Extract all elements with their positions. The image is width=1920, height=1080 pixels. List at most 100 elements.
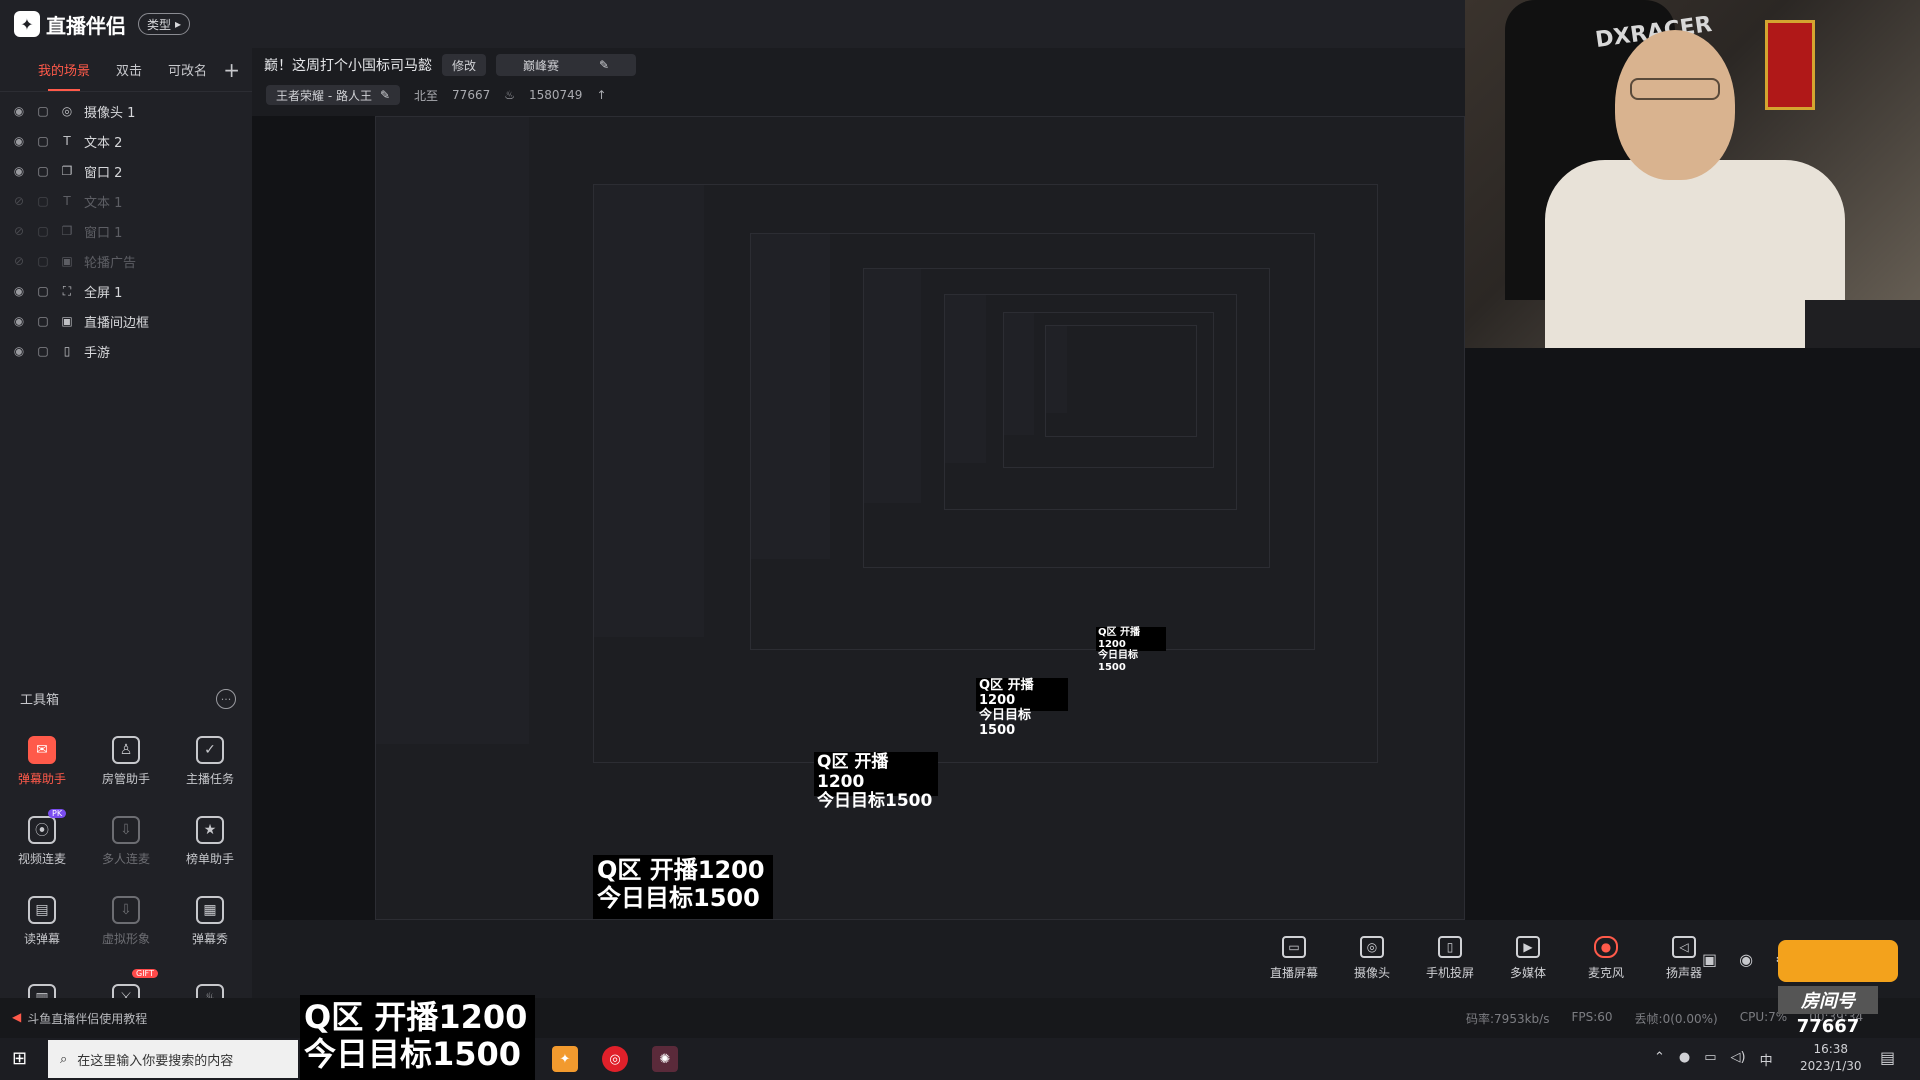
room-number: 77667 — [1796, 1016, 1860, 1037]
edit-title-button[interactable]: 修改 — [442, 54, 487, 76]
clock-date: 2023/1/30 — [1800, 1059, 1862, 1073]
fps: FPS:60 — [1571, 1010, 1613, 1024]
notification-icon[interactable]: ▤ — [1880, 1048, 1895, 1067]
game-app-icon[interactable]: ✺ — [652, 1046, 678, 1072]
volume-icon[interactable]: ◁) — [1731, 1050, 1746, 1069]
toolbox-header: 工具箱 ··· — [0, 683, 252, 713]
taskbar-search[interactable]: ⌕ 在这里输入你要搜索的内容 — [48, 1040, 298, 1078]
scene-tab-my-scene[interactable]: 我的场景 — [38, 60, 90, 91]
avatar-icon: ⇩ — [112, 895, 140, 924]
lock-icon[interactable]: ▢ — [36, 254, 50, 268]
multi-link-icon: ⇩ — [112, 815, 140, 844]
tutorial-link[interactable]: ◀ 斗鱼直播伴侣使用教程 — [12, 1010, 147, 1027]
lock-icon[interactable]: ▢ — [36, 194, 50, 208]
type-selector[interactable]: 类型 ▸ — [138, 13, 191, 35]
scene-tab-2[interactable]: 双击 — [116, 60, 142, 79]
add-scene-icon[interactable]: + — [223, 58, 240, 82]
layer-item[interactable]: ⊘ ▢ T 文本 1 — [0, 186, 252, 216]
tool-badge: GIFT — [132, 969, 158, 978]
eye-icon[interactable]: ◉ — [12, 344, 26, 358]
tool-button[interactable]: ✉ 弹幕助手 — [0, 721, 84, 801]
windows-start-icon[interactable]: ⊞ — [12, 1048, 34, 1070]
layer-item[interactable]: ◉ ▢ ▯ 手游 — [0, 336, 252, 366]
lock-icon[interactable]: ▢ — [36, 314, 50, 328]
network-icon[interactable]: ▭ — [1704, 1050, 1716, 1069]
app-name: 直播伴侣 — [46, 13, 126, 38]
stream-info-header: 巅！这周打个小国标司马懿 修改 巅峰赛 ✎ 王者荣耀 - 路人王 ✎ 北至 77… — [252, 48, 1465, 116]
nested-sidebar — [1046, 326, 1067, 413]
eye-off-icon[interactable]: ⊘ — [12, 194, 26, 208]
window-icon: ❐ — [61, 164, 73, 178]
eye-icon[interactable]: ◉ — [12, 284, 26, 298]
tool-button[interactable]: ✓ 主播任务 — [168, 721, 252, 801]
layer-label: 摄像头 1 — [84, 105, 136, 121]
rank-icon: ★ — [196, 815, 224, 844]
tool-button[interactable]: ⦿ PK 视频连麦 — [0, 801, 84, 881]
chevron-up-icon[interactable]: ⌃ — [1654, 1050, 1665, 1069]
dropped-frames: 丢帧:0(0.00%) — [1634, 1012, 1718, 1026]
control-mic-button[interactable]: ● 麦克风 — [1580, 936, 1632, 981]
source-controls: ▭ 直播屏幕 ◎ 摄像头 ▯ 手机投屏 ▶ 多媒体 ● 麦克风 ◁ 扬声器 — [1268, 936, 1710, 981]
award-banner — [1765, 20, 1815, 110]
more-icon[interactable]: ··· — [216, 689, 236, 709]
control-camera-button[interactable]: ◎ 摄像头 — [1346, 936, 1398, 981]
lock-icon[interactable]: ▢ — [36, 134, 50, 148]
layer-item[interactable]: ◉ ▢ ▣ 直播间边框 — [0, 306, 252, 336]
companion-app-icon[interactable]: ✦ — [552, 1046, 578, 1072]
streamer-glasses — [1630, 78, 1720, 100]
tool-button[interactable]: ★ 榜单助手 — [168, 801, 252, 881]
goal-overlay-nested-4: Q区 开播1200 今日目标1500 — [1096, 627, 1166, 673]
netease-music-icon[interactable]: ◎ — [602, 1046, 628, 1072]
eye-icon[interactable]: ◉ — [12, 104, 26, 118]
layer-item[interactable]: ◉ ▢ ❐ 窗口 2 — [0, 156, 252, 186]
eye-icon[interactable]: ◉ — [12, 314, 26, 328]
tool-button[interactable]: ▦ 弹幕秀 — [168, 881, 252, 961]
tag-selector[interactable]: 巅峰赛 ✎ — [496, 54, 637, 76]
lock-icon[interactable]: ▢ — [36, 164, 50, 178]
tool-label: 虚拟形象 — [101, 931, 150, 946]
tool-label: 视频连麦 — [17, 851, 66, 866]
eye-off-icon[interactable]: ⊘ — [12, 254, 26, 268]
lock-icon[interactable]: ▢ — [36, 104, 50, 118]
scene-tab-3[interactable]: 可改名 — [168, 60, 207, 79]
tool-button[interactable]: ⇩ 虚拟形象 — [84, 881, 168, 961]
eye-off-icon[interactable]: ⊘ — [12, 224, 26, 238]
control-phone-cast-button[interactable]: ▯ 手机投屏 — [1424, 936, 1476, 981]
app-logo: ✦ 直播伴侣 — [14, 10, 126, 39]
goal-overlay-nested-3: Q区 开播1200 今日目标1500 — [976, 678, 1068, 738]
ime-indicator[interactable]: 中 — [1760, 1050, 1773, 1069]
admin-icon: ♙ — [112, 735, 140, 764]
nested-sidebar — [376, 117, 529, 744]
category-selector[interactable]: 王者荣耀 - 路人王 ✎ — [266, 85, 401, 105]
layer-item[interactable]: ◉ ▢ ⛶ 全屏 1 — [0, 276, 252, 306]
eye-icon[interactable]: ◉ — [12, 164, 26, 178]
tool-label: 房管助手 — [101, 771, 150, 786]
tool-label: 弹幕助手 — [17, 771, 66, 786]
layer-item[interactable]: ⊘ ▢ ▣ 轮播广告 — [0, 246, 252, 276]
tool-label: 读弹幕 — [23, 931, 60, 946]
control-media-button[interactable]: ▶ 多媒体 — [1502, 936, 1554, 981]
tag-label: 巅峰赛 — [522, 58, 559, 73]
overlay-line2: 今日目标1500 — [1098, 650, 1138, 673]
record-icon[interactable]: ▣ — [1702, 950, 1717, 969]
eye-icon[interactable]: ◉ — [12, 134, 26, 148]
layer-item[interactable]: ⊘ ▢ ❐ 窗口 1 — [0, 216, 252, 246]
layer-label: 窗口 1 — [84, 225, 123, 241]
control-screen-button[interactable]: ▭ 直播屏幕 — [1268, 936, 1320, 981]
tool-button[interactable]: ⇩ 多人连麦 — [84, 801, 168, 881]
lock-icon[interactable]: ▢ — [36, 284, 50, 298]
room-id: 77667 — [452, 88, 491, 102]
layer-item[interactable]: ◉ ▢ T 文本 2 — [0, 126, 252, 156]
lock-icon[interactable]: ▢ — [36, 344, 50, 358]
tool-badge: PK — [48, 809, 67, 818]
layer-label: 全屏 1 — [84, 285, 123, 301]
image-icon: ▣ — [61, 314, 73, 328]
tool-button[interactable]: ♙ 房管助手 — [84, 721, 168, 801]
layer-item[interactable]: ◉ ▢ ◎ 摄像头 1 — [0, 96, 252, 126]
overlay-line1: Q区 开播1200 — [817, 752, 889, 792]
mic-tray-icon[interactable]: ● — [1679, 1050, 1690, 1069]
eye-icon[interactable]: ◉ — [1739, 950, 1753, 969]
tool-button[interactable]: ▤ 读弹幕 — [0, 881, 84, 961]
danmaku-icon: ✉ — [28, 735, 56, 764]
lock-icon[interactable]: ▢ — [36, 224, 50, 238]
